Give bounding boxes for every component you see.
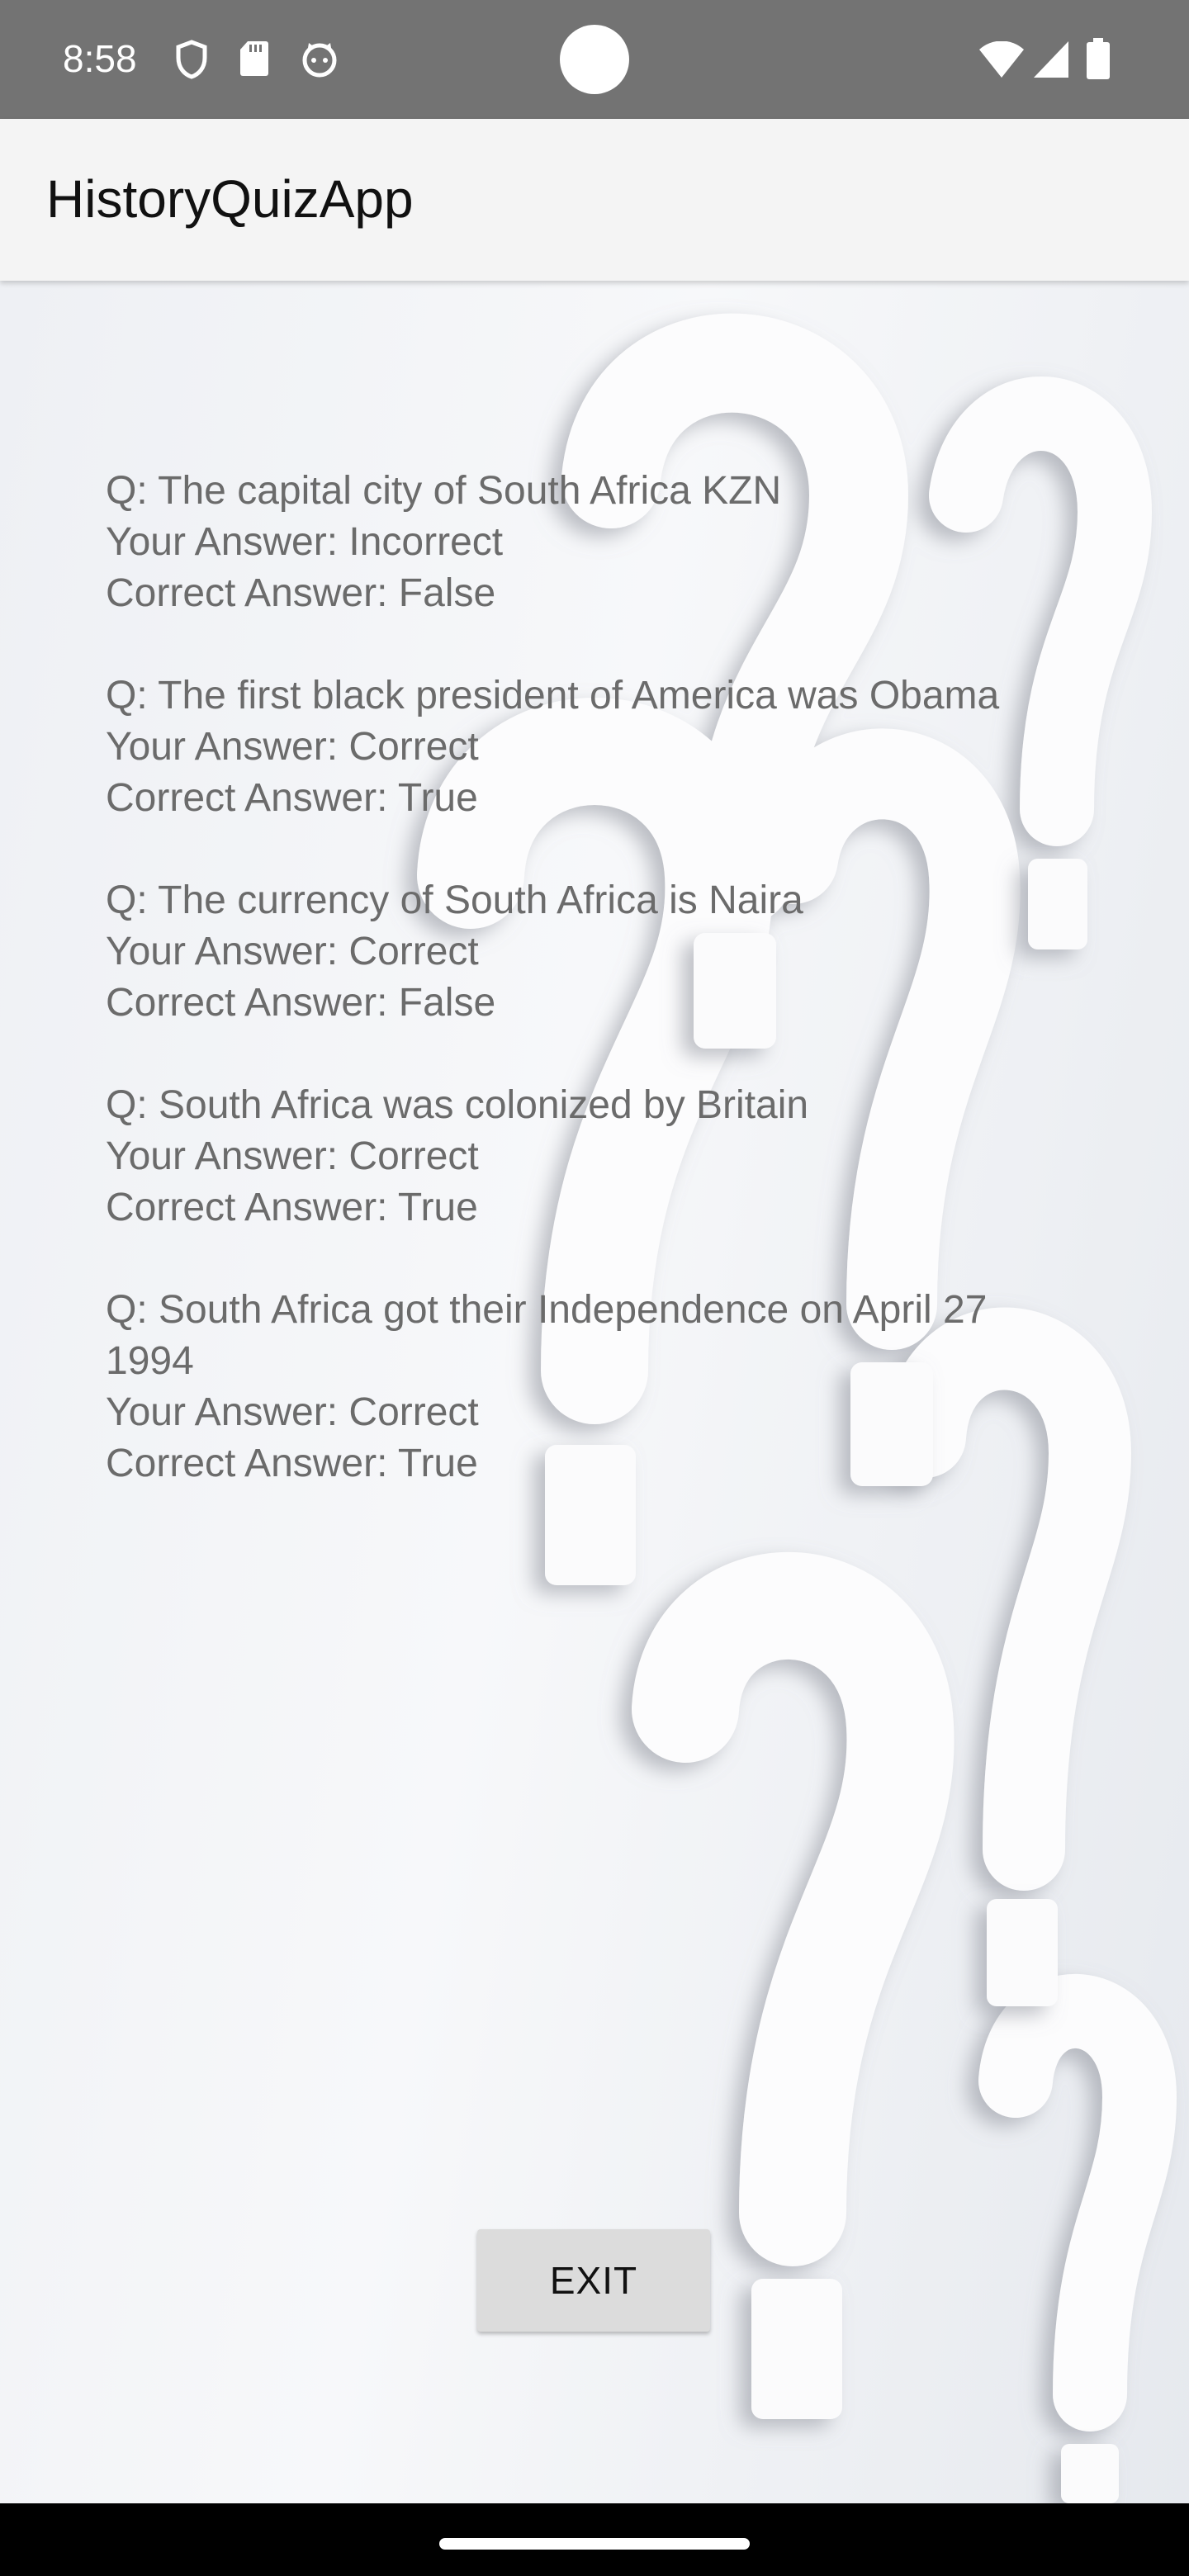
- result-item: Q: The first black president of America …: [106, 670, 1039, 824]
- question-text: Q: South Africa got their Independence o…: [106, 1288, 988, 1383]
- result-item: Q: The currency of South Africa is Naira…: [106, 875, 1039, 1029]
- your-answer-text: Your Answer: Correct: [106, 725, 479, 769]
- cat-face-icon: [301, 40, 339, 82]
- correct-answer-text: Correct Answer: False: [106, 571, 496, 615]
- home-gesture-handle[interactable]: [439, 2538, 750, 2550]
- your-answer-text: Your Answer: Incorrect: [106, 520, 504, 564]
- navigation-bar: [0, 2503, 1189, 2576]
- your-answer-text: Your Answer: Correct: [106, 930, 479, 973]
- results-screen: Q: The capital city of South Africa KZN …: [0, 281, 1189, 2503]
- wifi-icon: [979, 40, 1024, 82]
- camera-cutout: [560, 25, 629, 94]
- correct-answer-text: Correct Answer: True: [106, 1186, 478, 1229]
- result-item: Q: South Africa was colonized by Britain…: [106, 1080, 1039, 1234]
- status-bar: 8:58: [0, 0, 1189, 119]
- sd-card-icon: [239, 40, 269, 82]
- correct-answer-text: Correct Answer: True: [106, 1442, 478, 1485]
- your-answer-text: Your Answer: Correct: [106, 1134, 479, 1178]
- question-text: Q: South Africa was colonized by Britain: [106, 1083, 809, 1127]
- battery-icon: [1087, 38, 1110, 83]
- signal-icon: [1034, 41, 1068, 82]
- correct-answer-text: Correct Answer: True: [106, 776, 478, 820]
- app-title: HistoryQuizApp: [46, 169, 414, 229]
- question-text: Q: The first black president of America …: [106, 674, 1000, 717]
- shield-icon: [175, 40, 208, 83]
- results-list: Q: The capital city of South Africa KZN …: [106, 466, 1039, 1541]
- exit-button[interactable]: EXIT: [477, 2229, 710, 2332]
- correct-answer-text: Correct Answer: False: [106, 981, 496, 1025]
- app-bar: HistoryQuizApp: [0, 119, 1189, 281]
- your-answer-text: Your Answer: Correct: [106, 1390, 479, 1434]
- result-item: Q: South Africa got their Independence o…: [106, 1285, 1039, 1489]
- status-time: 8:58: [63, 37, 137, 80]
- question-text: Q: The capital city of South Africa KZN: [106, 469, 782, 513]
- result-item: Q: The capital city of South Africa KZN …: [106, 466, 1039, 619]
- question-text: Q: The currency of South Africa is Naira: [106, 878, 803, 922]
